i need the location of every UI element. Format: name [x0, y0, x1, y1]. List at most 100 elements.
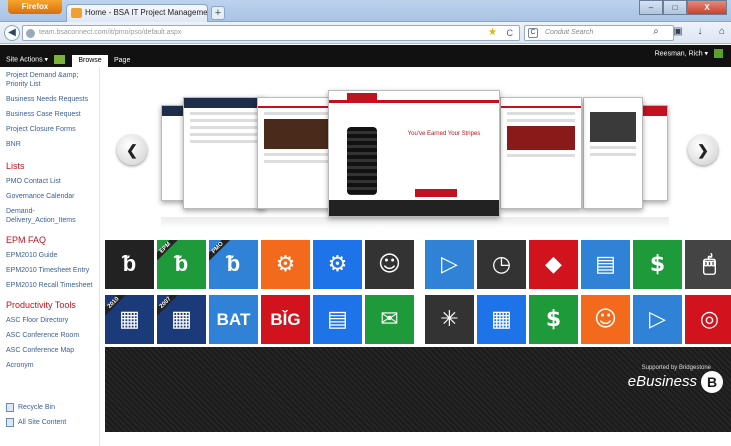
meeting-icon[interactable]: ☺	[581, 295, 630, 344]
tile-glyph: ▦	[171, 306, 192, 332]
form-icon[interactable]: ▤	[313, 295, 362, 344]
tile-glyph: ⚙	[327, 251, 348, 277]
carousel-slide[interactable]	[257, 97, 339, 209]
browser-titlebar: Firefox Home - BSA IT Project Management…	[0, 0, 731, 22]
site-actions-label: Site Actions ▾	[6, 56, 49, 64]
nav-link-epm-guide[interactable]: EPM2010 Guide	[6, 251, 99, 260]
recycle-bin-icon	[6, 403, 14, 412]
nav-link-epm-recall[interactable]: EPM2010 Recall Timesheet	[6, 281, 99, 290]
archive-2007-icon[interactable]: 2007 ▦	[157, 295, 206, 344]
carousel-slide[interactable]	[583, 97, 643, 209]
bookmarks-icon[interactable]: ▣	[672, 26, 684, 37]
nav-link-project-closure[interactable]: Project Closure Forms	[6, 125, 99, 134]
slide-cta-button[interactable]	[415, 189, 457, 197]
play-icon[interactable]: ▷	[633, 295, 682, 344]
carousel-slide[interactable]	[642, 105, 668, 201]
user-menu[interactable]: Reesman, Rich ▾	[655, 49, 723, 58]
navigate-up-icon[interactable]	[54, 55, 65, 64]
nav-link-pmo-contact[interactable]: PMO Contact List	[6, 177, 99, 186]
pmo-icon[interactable]: PMO ᵬ	[209, 240, 258, 289]
gears-icon[interactable]: ⚙	[313, 240, 362, 289]
people-icon[interactable]: ☺	[365, 240, 414, 289]
tile-glyph: ✉	[380, 306, 399, 332]
big-icon[interactable]: BǏG	[261, 295, 310, 344]
site-content-icon	[6, 418, 14, 427]
minimize-button[interactable]: –	[639, 0, 663, 15]
firefox-menu-button[interactable]: Firefox	[8, 0, 62, 14]
supported-by-text: Supported by Bridgestone	[641, 365, 711, 371]
mouse-icon[interactable]: 🖱	[685, 240, 731, 289]
all-site-content-label: All Site Content	[18, 419, 67, 426]
maximize-button[interactable]: □	[663, 0, 687, 15]
lifebuoy-icon[interactable]: ◎	[685, 295, 731, 344]
calendar-2010-icon[interactable]: 2010 ▦	[105, 295, 154, 344]
nav-link-project-demand[interactable]: Project Demand &amp; Priority List	[6, 71, 99, 89]
tile-glyph: ◷	[491, 251, 512, 277]
clock-icon[interactable]: ◷	[477, 240, 526, 289]
nav-link-business-needs[interactable]: Business Needs Requests	[6, 95, 99, 104]
search-engine-icon[interactable]: C	[528, 28, 538, 38]
new-tab-button[interactable]: +	[211, 6, 225, 20]
settings-window-icon[interactable]: ⚙	[261, 240, 310, 289]
tile-glyph: ▤	[595, 251, 616, 277]
dollar-icon[interactable]: $	[529, 295, 578, 344]
nav-link-bnr[interactable]: BNR	[6, 140, 99, 149]
left-navigation: Project Demand &amp; Priority List Busin…	[0, 67, 100, 446]
slide-headline: You've Earned Your Stripes	[407, 131, 481, 137]
tab-page[interactable]: Page	[114, 55, 130, 67]
document-icon[interactable]: ▤	[581, 240, 630, 289]
nav-heading-epm-faq[interactable]: EPM FAQ	[6, 235, 99, 245]
network-icon[interactable]: ✳	[425, 295, 474, 344]
nav-link-governance-calendar[interactable]: Governance Calendar	[6, 192, 99, 201]
recycle-bin-link[interactable]: Recycle Bin	[6, 403, 66, 412]
carousel-slide[interactable]	[500, 97, 582, 209]
all-site-content-link[interactable]: All Site Content	[6, 418, 66, 427]
search-icon[interactable]: ⌕	[650, 26, 662, 37]
carousel-slide-active[interactable]: You've Earned Your Stripes	[328, 90, 500, 217]
nav-link-conference-room[interactable]: ASC Conference Room	[6, 331, 99, 340]
tire-image	[347, 127, 377, 195]
tab-browse[interactable]: Browse	[72, 55, 108, 67]
bookmark-star-icon[interactable]: ★	[488, 26, 497, 40]
site-actions-menu[interactable]: Site Actions ▾	[6, 55, 65, 64]
nav-bottom-links: Recycle Bin All Site Content	[6, 403, 66, 433]
dollar-icon[interactable]: $	[633, 240, 682, 289]
recycle-bin-label: Recycle Bin	[18, 404, 55, 411]
back-button[interactable]: ◀	[4, 25, 20, 41]
address-bar[interactable]: team.bsaconnect.com/it/pmo/pso/default.a…	[22, 25, 520, 41]
tile-glyph: $	[545, 306, 562, 332]
chat-icon[interactable]: ✉	[365, 295, 414, 344]
tag-icon[interactable]: ◆	[529, 240, 578, 289]
nav-link-demand-delivery[interactable]: Demand-Delivery_Action_Items	[6, 207, 99, 225]
bridgestone-logo	[347, 93, 377, 101]
bat-icon[interactable]: BAT	[209, 295, 258, 344]
carousel-slide[interactable]	[183, 97, 265, 209]
download-icon[interactable]: ↓	[694, 26, 706, 37]
carousel-next-button[interactable]: ❯	[688, 135, 718, 165]
nav-link-floor-directory[interactable]: ASC Floor Directory	[6, 316, 99, 325]
calendar-icon[interactable]: ▦	[477, 295, 526, 344]
bridgestone-b-icon: B	[701, 371, 723, 393]
tile-glyph: ᵬ	[122, 251, 137, 277]
play-icon[interactable]: ▷	[425, 240, 474, 289]
tile-glyph: $	[649, 251, 666, 277]
rss-icon[interactable]: ᵬ	[105, 240, 154, 289]
close-button[interactable]: X	[687, 0, 727, 15]
nav-link-business-case[interactable]: Business Case Request	[6, 110, 99, 119]
nav-link-acronym[interactable]: Acronym	[6, 361, 99, 370]
tile-glyph: BAT	[216, 309, 251, 329]
tile-glyph: ⚙	[275, 251, 296, 277]
nav-heading-productivity[interactable]: Productivity Tools	[6, 300, 99, 310]
browser-tab[interactable]: Home - BSA IT Project Management Off...	[66, 4, 208, 22]
nav-link-conference-map[interactable]: ASC Conference Map	[6, 346, 99, 355]
slide-footer	[329, 200, 499, 216]
nav-link-epm-timesheet[interactable]: EPM2010 Timesheet Entry	[6, 266, 99, 275]
reload-icon[interactable]: C	[507, 26, 514, 40]
home-icon[interactable]: ⌂	[716, 26, 728, 37]
tile-glyph: ▤	[327, 306, 348, 332]
globe-icon	[26, 29, 35, 38]
carousel-prev-button[interactable]: ❮	[117, 135, 147, 165]
nav-heading-lists[interactable]: Lists	[6, 161, 99, 171]
image-carousel: ❮ You've Earned Your Stripes ❯	[105, 67, 731, 233]
epm-icon[interactable]: EPM ᵬ	[157, 240, 206, 289]
